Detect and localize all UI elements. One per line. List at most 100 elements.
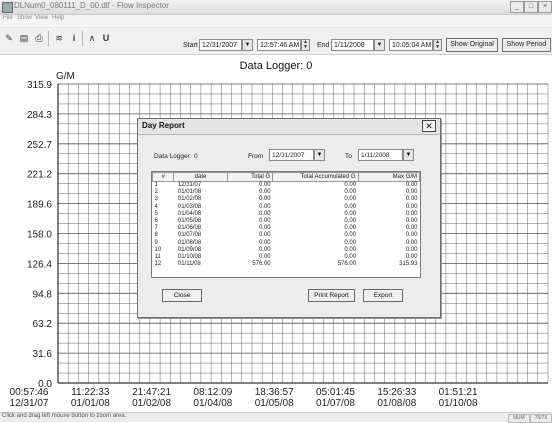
x-tick-time: 00:57:46: [9, 387, 49, 398]
table-row[interactable]: 11 01/10/08 0.00 0.00 0.00: [153, 254, 420, 261]
row-max: 0.00: [405, 218, 418, 225]
row-number: 11: [154, 253, 161, 260]
table-row[interactable]: 6 01/05/08 0.00 0.00 0.00: [153, 218, 420, 225]
row-accumulated: 0.00: [344, 196, 357, 203]
y-tick-label: 94.8: [33, 289, 53, 300]
export-button[interactable]: Export: [363, 289, 403, 302]
row-accumulated: 0.00: [344, 225, 357, 232]
close-button[interactable]: Close: [162, 289, 202, 302]
from-label: From: [248, 153, 264, 160]
row-date: 01/06/08: [177, 225, 202, 232]
row-date: 01/10/08: [177, 253, 202, 260]
y-tick-label: 31.6: [33, 349, 53, 360]
table-row[interactable]: 12 01/11/08 576.00 576.00 315.93: [153, 261, 420, 268]
row-total: 0.00: [258, 210, 271, 217]
row-date: 01/08/08: [177, 239, 202, 246]
table-row[interactable]: 8 01/07/08 0.00 0.00 0.00: [153, 232, 420, 239]
x-tick-time: 08:12:09: [193, 387, 233, 398]
dialog-close-icon[interactable]: ✕: [422, 120, 436, 132]
row-date: 01/09/08: [177, 246, 202, 253]
table-row[interactable]: 4 01/03/08 0.00 0.00 0.00: [153, 204, 420, 211]
row-number: 8: [154, 232, 158, 239]
row-number: 10: [154, 246, 162, 253]
x-tick-time: 15:26:33: [377, 387, 417, 398]
table-row[interactable]: 9 01/08/08 0.00 0.00 0.00: [153, 240, 420, 247]
x-tick-date: 01/02/08: [132, 398, 172, 409]
x-tick-date: 01/01/08: [70, 398, 110, 409]
x-tick-date: 01/08/08: [377, 398, 417, 409]
row-accumulated: 0.00: [344, 218, 357, 225]
row-total: 0.00: [258, 196, 271, 203]
x-tick-time: 01:51:21: [438, 387, 478, 398]
y-tick-label: 252.7: [27, 140, 52, 151]
table-row[interactable]: 1 12/31/07 0.00 0.00 0.00: [153, 182, 420, 190]
row-max: 0.00: [405, 196, 418, 203]
x-tick-date: 01/04/08: [193, 398, 233, 409]
row-accumulated: 0.00: [344, 246, 357, 253]
y-tick-label: 221.2: [27, 170, 52, 181]
row-total: 0.00: [258, 189, 271, 196]
row-date: 12/31/07: [177, 182, 202, 189]
row-accumulated: 0.00: [344, 210, 357, 217]
row-total: 0.00: [258, 225, 271, 232]
table-row[interactable]: 7 01/06/08 0.00 0.00 0.00: [153, 225, 420, 232]
row-max: 0.00: [405, 189, 418, 196]
x-tick-time: 18:36:57: [254, 387, 294, 398]
row-total: 0.00: [258, 218, 271, 225]
to-label: To: [345, 153, 352, 160]
row-number: 12: [154, 261, 162, 268]
row-total: 0.00: [258, 239, 271, 246]
row-max: 0.00: [405, 210, 418, 217]
row-number: 4: [154, 203, 158, 210]
row-date: 01/01/08: [177, 189, 202, 196]
row-number: 3: [154, 196, 158, 203]
y-tick-label: 126.4: [27, 259, 52, 270]
table-row[interactable]: 10 01/09/08 0.00 0.00 0.00: [153, 247, 420, 254]
table-row[interactable]: 5 01/04/08 0.00 0.00 0.00: [153, 211, 420, 218]
column-header-date[interactable]: date: [173, 172, 228, 182]
column-header-accumulated[interactable]: Total Accumulated G: [272, 172, 359, 182]
row-total: 0.00: [258, 182, 271, 189]
row-number: 1: [154, 182, 158, 189]
row-accumulated: 0.00: [344, 239, 357, 246]
column-header-total[interactable]: Total G: [226, 172, 274, 182]
table-row[interactable]: 3 01/02/08 0.00 0.00 0.00: [153, 196, 420, 203]
row-accumulated: 0.00: [344, 189, 357, 196]
y-tick-label: 284.3: [27, 110, 52, 121]
row-total: 0.00: [258, 246, 271, 253]
x-tick-label: 01:51:21 01/10/08: [428, 387, 488, 409]
from-date-field[interactable]: 12/31/2007: [269, 149, 314, 161]
row-number: 2: [154, 189, 158, 196]
row-accumulated: 0.00: [344, 182, 357, 189]
print-report-button[interactable]: Print Report: [308, 289, 355, 302]
x-tick-label: 00:57:46 12/31/07: [0, 387, 59, 409]
to-date-field[interactable]: 1/11/2008: [358, 149, 403, 161]
dialog-title: Day Report: [142, 121, 185, 130]
row-total: 0.00: [258, 232, 271, 239]
y-tick-label: 63.2: [33, 319, 53, 330]
from-date-dropdown[interactable]: ▼: [314, 149, 325, 161]
column-header-number[interactable]: #: [152, 172, 175, 182]
to-date-dropdown[interactable]: ▼: [403, 149, 414, 161]
day-report-dialog: Day Report ✕ Data Logger: 0 From 12/31/2…: [137, 118, 441, 318]
x-tick-time: 11:22:33: [71, 387, 110, 398]
row-max: 0.00: [405, 203, 418, 210]
x-tick-date: 01/07/08: [316, 398, 355, 409]
page-indicator: 75/75: [530, 414, 552, 423]
column-header-max[interactable]: Max G/M: [357, 172, 420, 182]
row-number: 7: [154, 225, 158, 232]
x-tick-date: 01/05/08: [254, 398, 294, 409]
x-tick-time: 05:01:45: [316, 387, 355, 398]
row-max: 0.00: [405, 225, 418, 232]
day-report-table[interactable]: # date Total G Total Accumulated G Max G…: [151, 171, 421, 278]
row-accumulated: 576.00: [337, 261, 357, 268]
table-row[interactable]: 2 01/01/08 0.00 0.00 0.00: [153, 189, 420, 196]
row-date: 01/04/08: [177, 210, 202, 217]
logger-value: 0: [194, 153, 198, 160]
row-accumulated: 0.00: [344, 203, 357, 210]
row-accumulated: 0.00: [344, 253, 357, 260]
row-max: 0.00: [405, 253, 418, 260]
num-lock-indicator: NUM: [508, 414, 530, 423]
row-date: 01/07/08: [177, 232, 202, 239]
row-date: 01/05/08: [177, 218, 202, 225]
